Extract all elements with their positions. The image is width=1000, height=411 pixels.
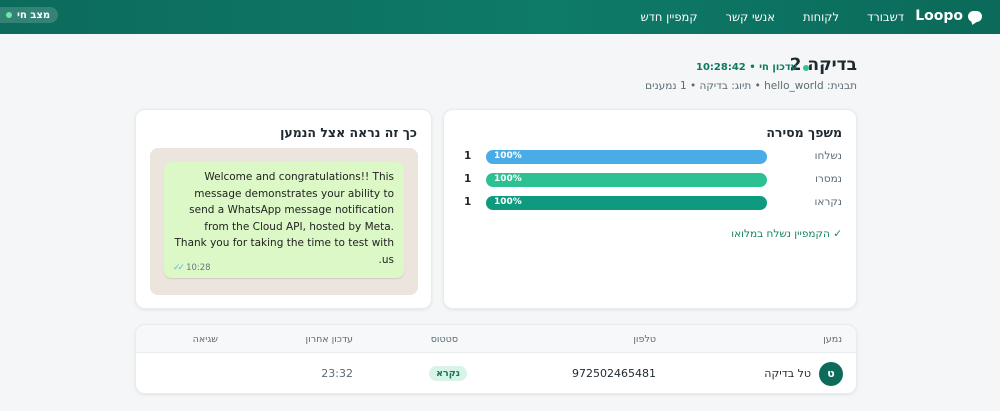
column-header-error: שגיאה (192, 334, 218, 345)
message-preview-card: כך זה נראה אצל הנמען Welcome and congrat… (135, 109, 432, 309)
message-bubble: Welcome and congratulations!! This messa… (164, 162, 404, 278)
funnel-percent: 100% (494, 174, 522, 184)
nav-link-customers[interactable]: לקוחות (803, 10, 839, 24)
funnel-row-delivered: נמסרו 100% 1 (464, 173, 842, 187)
column-header-recipient: נמען (823, 334, 842, 345)
funnel-row-read: נקראו 100% 1 (464, 196, 842, 210)
funnel-count: 1 (464, 150, 472, 162)
funnel-percent: 100% (494, 197, 522, 207)
live-update-indicator: עדכון חי • 10:28:42 (696, 62, 810, 73)
recipients-table: נמען טלפון סטטוס עדכון אחרון שגיאה ט טל … (135, 324, 857, 394)
column-header-status: סטטוס (430, 334, 458, 345)
nav-link-new-campaign[interactable]: קמפיין חדש (640, 10, 697, 24)
message-meta: ✓✓ 10:28 (173, 263, 211, 273)
top-nav: Loopo דשבורד לקוחות אנשי קשר קמפיין חדש … (0, 0, 1000, 34)
status-badge: נקרא (429, 366, 467, 381)
live-dot-icon (6, 12, 12, 18)
funnel-title: משפך מסירה (766, 125, 842, 140)
nav-links: דשבורד לקוחות אנשי קשר קמפיין חדש (640, 10, 904, 24)
funnel-bar: 100% (486, 150, 767, 164)
funnel-count: 1 (464, 173, 472, 185)
live-mode-label: מצב חי (17, 9, 51, 21)
funnel-row-sent: נשלחו 100% 1 (464, 150, 842, 164)
chat-background: Welcome and congratulations!! This messa… (150, 148, 418, 295)
funnel-count: 1 (464, 196, 472, 208)
nav-link-contacts[interactable]: אנשי קשר (726, 10, 775, 24)
campaign-complete-status: ✓ הקמפיין נשלח במלואו (731, 228, 842, 240)
message-text: Welcome and congratulations!! This messa… (174, 171, 394, 266)
funnel-label: נשלחו (814, 150, 842, 162)
column-header-last-update: עדכון אחרון (305, 334, 353, 345)
live-mode-pill[interactable]: מצב חי (0, 7, 59, 23)
funnel-bar: 100% (486, 196, 767, 210)
funnel-percent: 100% (494, 151, 522, 161)
message-time: 10:28 (186, 263, 211, 273)
chat-bubble-icon (968, 10, 982, 22)
preview-title: כך זה נראה אצל הנמען (280, 125, 417, 140)
funnel-label: נמסרו (815, 173, 842, 185)
nav-link-dashboard[interactable]: דשבורד (867, 10, 904, 24)
column-header-phone: טלפון (633, 334, 656, 345)
delivery-funnel-card: משפך מסירה נשלחו 100% 1 נמסרו 100% 1 נקר… (443, 109, 857, 309)
double-check-icon: ✓✓ (173, 263, 185, 273)
live-dot-icon (803, 64, 810, 71)
funnel-bar: 100% (486, 173, 767, 187)
brand-name: Loopo (915, 8, 963, 24)
avatar: ט (819, 362, 843, 386)
table-header: נמען טלפון סטטוס עדכון אחרון שגיאה (136, 325, 856, 353)
table-row[interactable]: ט טל בדיקה 972502465481 נקרא 23:32 (136, 353, 856, 393)
campaign-meta: תבנית: hello_world • תיוג: בדיקה • 1 נמע… (645, 80, 857, 92)
recipient-name: טל בדיקה (764, 367, 811, 380)
brand-logo[interactable]: Loopo (915, 8, 982, 24)
recipient-phone: 972502465481 (572, 367, 656, 380)
funnel-label: נקראו (814, 196, 842, 208)
last-update-time: 23:32 (321, 367, 353, 380)
live-update-text: עדכון חי • 10:28:42 (696, 62, 798, 73)
